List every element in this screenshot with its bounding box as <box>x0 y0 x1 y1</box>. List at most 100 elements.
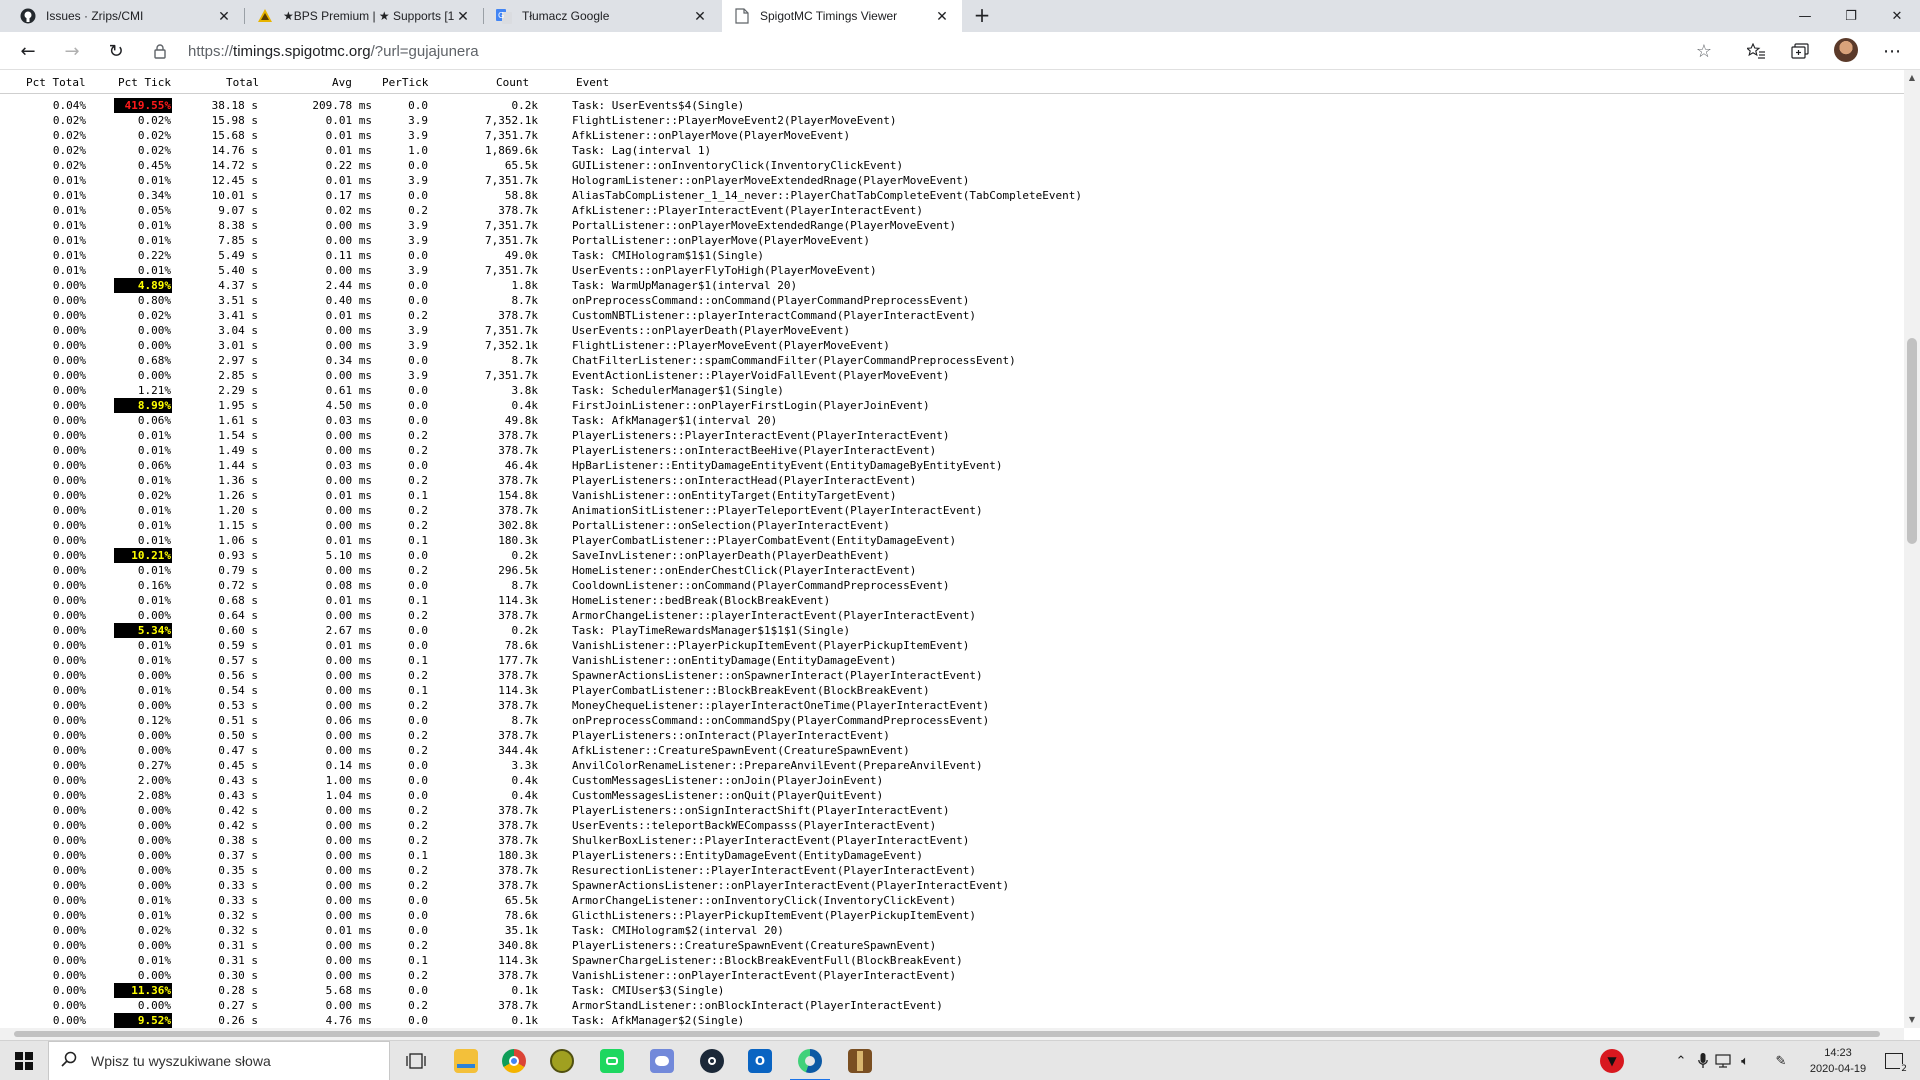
profile-avatar[interactable] <box>1834 38 1858 62</box>
avg-cell: 0.03 ms <box>325 459 372 472</box>
per-tick-cell: 0.0 <box>408 894 428 907</box>
tab-spigot-timings[interactable]: SpigotMC Timings Viewer ✕ <box>722 0 962 32</box>
count-cell: 177.7k <box>498 654 538 667</box>
tab-google-translate[interactable]: G Tłumacz Google ✕ <box>484 0 720 32</box>
minimize-button[interactable]: — <box>1782 0 1828 32</box>
count-cell: 378.7k <box>498 444 538 457</box>
avg-cell: 0.01 ms <box>325 144 372 157</box>
per-tick-cell: 0.0 <box>408 789 428 802</box>
event-cell: PlayerListeners::EntityDamageEvent(Entit… <box>572 849 923 862</box>
per-tick-cell: 0.0 <box>408 294 428 307</box>
count-cell: 0.1k <box>511 984 539 997</box>
show-hidden-icons-icon[interactable]: ⌃ <box>1670 1041 1692 1080</box>
header-pct-total[interactable]: Pct Total <box>26 76 86 89</box>
close-tab-icon[interactable]: ✕ <box>692 8 708 25</box>
scroll-up-icon[interactable]: ▲ <box>1904 70 1920 86</box>
avg-cell: 0.00 ms <box>325 969 372 982</box>
taskbar-clock[interactable]: 14:23 2020-04-19 <box>1796 1045 1880 1077</box>
header-event[interactable]: Event <box>576 76 609 89</box>
new-tab-button[interactable]: + <box>970 4 994 28</box>
table-row: 0.01% 0.22% 5.49 s 0.11 ms 0.0 49.0k Task: CMI… <box>0 248 1904 263</box>
microphone-icon[interactable] <box>1692 1041 1714 1080</box>
windows-taskbar: Wpisz tu wyszukiwane słowa O ▼ ⌃ 🔈︎ ✎ 14… <box>0 1040 1920 1080</box>
close-tab-icon[interactable]: ✕ <box>455 8 471 25</box>
count-cell: 7,351.7k <box>485 234 538 247</box>
tab-issues[interactable]: Issues · Zrips/CMI ✕ <box>8 0 244 32</box>
pct-tick-cell: 0.01% <box>137 519 171 532</box>
minecraft-app[interactable] <box>538 1041 586 1080</box>
avg-cell: 0.40 ms <box>325 294 372 307</box>
event-cell: AfkListener::onPlayerMove(PlayerMoveEven… <box>572 129 851 142</box>
reload-button[interactable]: ↻ <box>102 37 130 65</box>
pct-total-cell: 0.00% <box>52 699 86 712</box>
vertical-scroll-thumb[interactable] <box>1907 338 1917 544</box>
horizontal-scroll-thumb[interactable] <box>14 1031 1880 1037</box>
maximize-button[interactable]: ❐ <box>1828 0 1874 32</box>
header-per-tick[interactable]: PerTick <box>382 76 428 89</box>
pct-tick-cell: 0.01% <box>137 174 171 187</box>
header-count[interactable]: Count <box>496 76 529 89</box>
lock-icon <box>150 43 170 59</box>
vertical-scrollbar[interactable]: ▲ ▼ <box>1904 70 1920 1028</box>
close-window-button[interactable]: ✕ <box>1874 0 1920 32</box>
close-tab-icon[interactable]: ✕ <box>216 8 232 25</box>
bps-icon <box>257 8 273 24</box>
per-tick-cell: 0.2 <box>408 969 428 982</box>
count-cell: 7,352.1k <box>485 114 538 127</box>
avg-cell: 0.00 ms <box>325 444 372 457</box>
close-tab-icon[interactable]: ✕ <box>934 8 950 25</box>
pct-total-cell: 0.00% <box>52 879 86 892</box>
pct-tick-cell: 4.89% <box>114 278 172 293</box>
total-cell: 0.93 s <box>218 549 258 562</box>
search-icon <box>61 1051 77 1071</box>
pct-tick-cell: 0.01% <box>137 654 171 667</box>
pct-tick-cell: 0.00% <box>137 969 171 982</box>
taskbar-search-box[interactable]: Wpisz tu wyszukiwane słowa <box>48 1041 390 1080</box>
spotify-app[interactable] <box>588 1041 636 1080</box>
favorites-list-icon[interactable] <box>1742 37 1770 65</box>
task-view-button[interactable] <box>392 1041 440 1080</box>
chrome-app[interactable] <box>490 1041 538 1080</box>
event-cell: Task: AfkManager$1(interval 20) <box>572 414 778 427</box>
header-total[interactable]: Total <box>226 76 259 89</box>
favorite-star-icon[interactable]: ☆ <box>1696 41 1712 62</box>
start-button[interactable] <box>0 1041 48 1080</box>
table-row: 0.00% 11.36% 0.28 s 5.68 ms 0.0 0.1k Task: CMI… <box>0 983 1904 998</box>
volume-icon[interactable]: 🔈︎ <box>1734 1041 1756 1080</box>
avg-cell: 0.00 ms <box>325 669 372 682</box>
per-tick-cell: 0.2 <box>408 669 428 682</box>
file-explorer-app[interactable] <box>442 1041 490 1080</box>
header-avg[interactable]: Avg <box>332 76 352 89</box>
back-button[interactable]: ← <box>14 37 42 65</box>
scroll-down-icon[interactable]: ▼ <box>1904 1012 1920 1028</box>
steam-app[interactable] <box>688 1041 736 1080</box>
table-row: 0.00% 0.00% 3.04 s 0.00 ms 3.9 7,351.7k UserEv… <box>0 323 1904 338</box>
github-icon <box>20 8 36 24</box>
tab-bps-premium[interactable]: ★BPS Premium | ★ Supports [1.8 ✕ <box>245 0 483 32</box>
count-cell: 0.1k <box>511 1014 539 1027</box>
outlook-app[interactable]: O <box>736 1041 784 1080</box>
archive-app[interactable] <box>836 1041 884 1080</box>
notification-center-button[interactable]: 2 <box>1878 1041 1910 1080</box>
address-bar[interactable]: https://timings.spigotmc.org/?url=gujaju… <box>146 36 1726 66</box>
count-cell: 58.8k <box>504 189 538 202</box>
avg-cell: 0.00 ms <box>325 954 372 967</box>
total-cell: 0.64 s <box>218 609 258 622</box>
pct-total-cell: 0.01% <box>52 189 86 202</box>
discord-app[interactable] <box>638 1041 686 1080</box>
antivirus-tray-icon[interactable]: ▼ <box>1596 1041 1628 1080</box>
edge-app[interactable] <box>786 1041 834 1080</box>
avg-cell: 0.03 ms <box>325 414 372 427</box>
pct-tick-cell: 0.01% <box>137 429 171 442</box>
forward-button[interactable]: → <box>58 37 86 65</box>
horizontal-scrollbar[interactable] <box>0 1028 1904 1040</box>
pct-total-cell: 0.00% <box>52 294 86 307</box>
settings-menu-icon[interactable]: ⋯ <box>1878 37 1906 65</box>
folder-icon <box>454 1049 478 1073</box>
header-pct-tick[interactable]: Pct Tick <box>118 76 171 89</box>
collections-icon[interactable] <box>1786 37 1814 65</box>
total-cell: 1.15 s <box>218 519 258 532</box>
network-icon[interactable] <box>1712 1041 1734 1080</box>
pen-icon[interactable]: ✎ <box>1770 1041 1792 1080</box>
per-tick-cell: 3.9 <box>408 174 428 187</box>
